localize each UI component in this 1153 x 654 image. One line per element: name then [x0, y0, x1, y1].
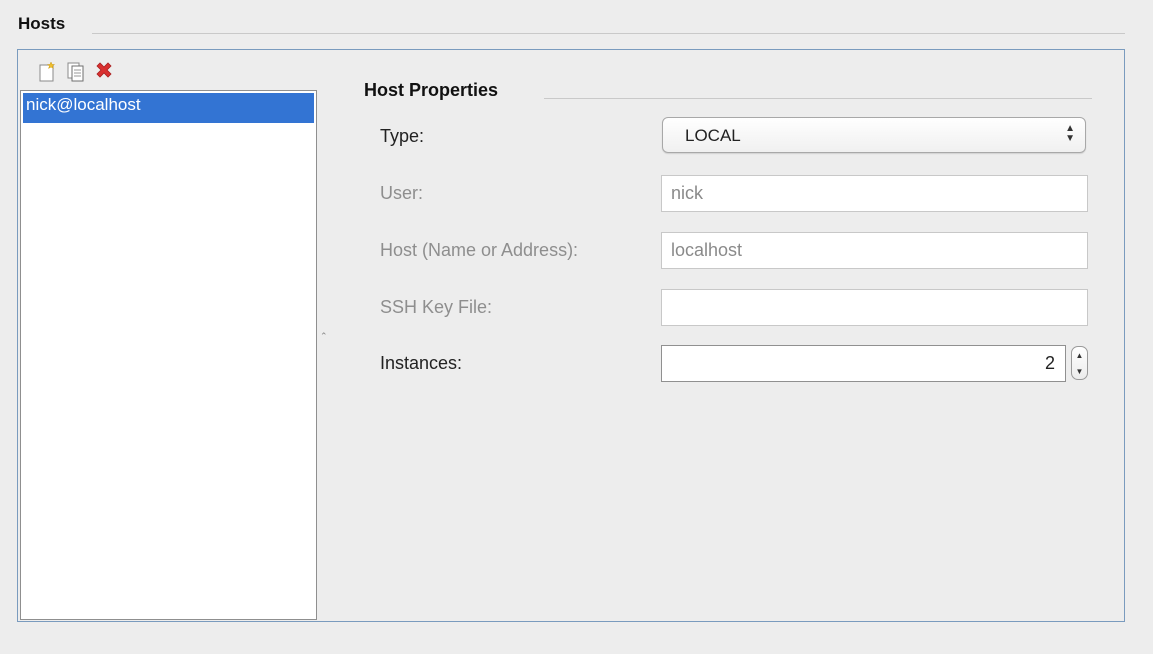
host-list-toolbar: [38, 59, 114, 85]
host-list-item[interactable]: nick@localhost: [23, 93, 314, 123]
ssh-key-field[interactable]: [661, 289, 1088, 326]
delete-host-icon: [96, 62, 112, 78]
user-label: User:: [380, 183, 424, 203]
stepper-up-icon[interactable]: ▲: [1072, 347, 1087, 363]
type-select[interactable]: LOCAL ▲ ▼: [662, 117, 1086, 153]
new-host-icon: [39, 61, 56, 82]
instances-field[interactable]: 2: [661, 345, 1066, 382]
host-properties-title: Host Properties: [364, 80, 499, 100]
instances-label: Instances:: [380, 353, 463, 373]
type-select-value: LOCAL: [685, 126, 741, 145]
copy-host-icon: [67, 62, 84, 82]
hosts-section-title: Hosts: [18, 14, 66, 33]
split-pane-divider[interactable]: ⌃: [320, 332, 328, 341]
host-field[interactable]: localhost: [661, 232, 1088, 269]
host-list[interactable]: nick@localhost: [20, 90, 317, 620]
select-arrows-icon: ▲ ▼: [1065, 123, 1075, 144]
delete-host-button[interactable]: [94, 61, 114, 83]
instances-stepper[interactable]: ▲ ▼: [1071, 346, 1088, 380]
ssh-key-label: SSH Key File:: [380, 297, 493, 317]
host-label: Host (Name or Address):: [380, 240, 579, 260]
properties-divider: [544, 98, 1092, 99]
type-label: Type:: [380, 126, 425, 146]
section-divider: [92, 33, 1125, 34]
user-field[interactable]: nick: [661, 175, 1088, 212]
stepper-down-icon[interactable]: ▼: [1072, 363, 1087, 379]
new-host-button[interactable]: [38, 61, 58, 83]
copy-host-button[interactable]: [66, 61, 86, 83]
